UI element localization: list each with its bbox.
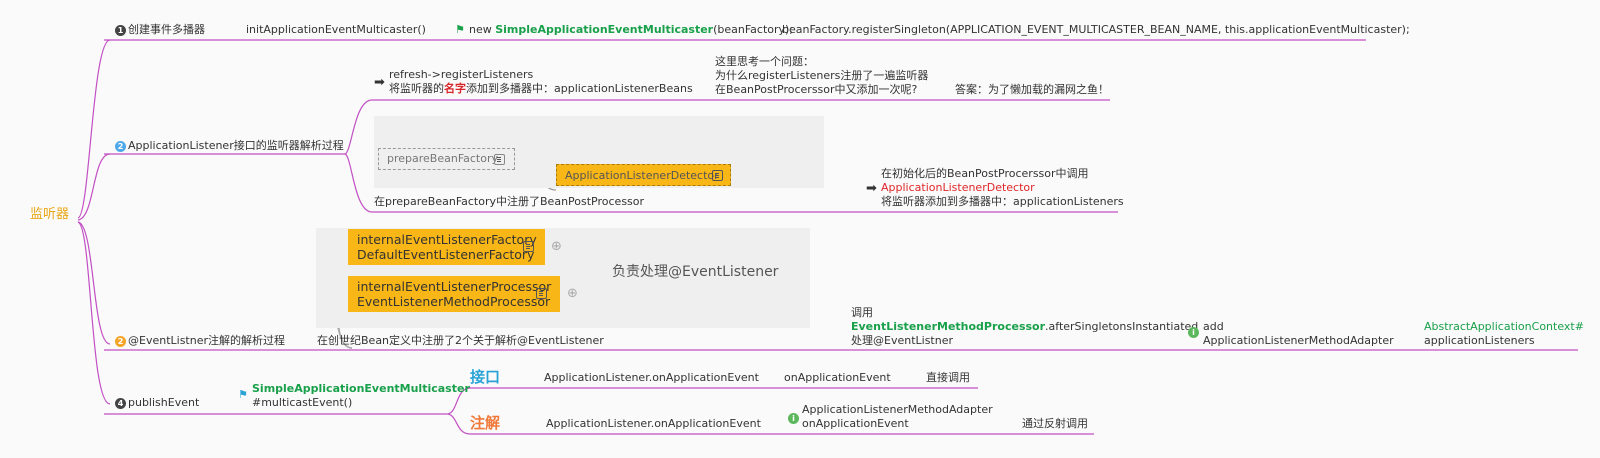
flag-icon: ⚑ (455, 23, 465, 36)
note-icon (712, 170, 723, 181)
branch4-number-icon: 4 (115, 398, 126, 409)
arrow-right-icon: ➡ (866, 181, 877, 196)
branch2-number-icon: 2 (115, 141, 126, 152)
add-adapter-topic[interactable]: add ApplicationListenerMethodAdapter (1203, 320, 1394, 348)
expand-icon[interactable]: ⊕ (567, 287, 578, 301)
flag-icon: ⚑ (238, 388, 248, 401)
prepare-bean-factory-node[interactable]: prepareBeanFactory (378, 148, 515, 170)
annotation-keyword[interactable]: 注解 (470, 414, 500, 432)
info-icon: i (788, 413, 799, 424)
event-listener-factory-node[interactable]: internalEventListenerFactory DefaultEven… (348, 229, 545, 265)
direct-call[interactable]: 直接调用 (926, 371, 970, 385)
branch1-child-new[interactable]: new SimpleApplicationEventMulticaster(be… (469, 23, 793, 37)
after-singletons-topic[interactable]: 调用 EventListenerMethodProcessor.afterSin… (851, 306, 1198, 348)
question-note[interactable]: 这里思考一个问题： 为什么registerListeners注册了一遍监听器 在… (715, 55, 928, 97)
branch1-child-init[interactable]: initApplicationEventMulticaster() (246, 23, 426, 37)
info-icon: i (1188, 327, 1199, 338)
method-adapter-topic[interactable]: ApplicationListenerMethodAdapter onAppli… (802, 403, 993, 431)
branch3-number-icon: 2 (115, 336, 126, 347)
root-node[interactable]: 监听器 (24, 206, 76, 224)
listener-detector-node[interactable]: ApplicationListenerDetector (556, 164, 731, 186)
arrow-right-icon: ➡ (374, 75, 385, 90)
interface-keyword[interactable]: 接口 (470, 368, 500, 386)
interface-on-application-event[interactable]: onApplicationEvent (784, 371, 891, 385)
note-icon (536, 288, 547, 299)
branch3-label[interactable]: @EventListner注解的解析过程 (128, 334, 285, 348)
register-listeners-topic[interactable]: refresh->registerListeners 将监听器的名字添加到多播器… (389, 68, 693, 96)
branch4-label[interactable]: publishEvent (128, 396, 199, 410)
application-listeners-topic[interactable]: AbstractApplicationContext# applicationL… (1424, 320, 1584, 348)
summary-label[interactable]: 负责处理@EventListener (612, 264, 778, 281)
answer-text[interactable]: 答案：为了懒加载的漏网之鱼！ (955, 83, 1109, 97)
annotation-on-event[interactable]: ApplicationListener.onApplicationEvent (546, 417, 761, 431)
multicast-event-topic[interactable]: SimpleApplicationEventMulticaster #multi… (252, 382, 470, 410)
note-icon (523, 241, 534, 252)
note-icon (494, 154, 505, 165)
event-listener-processor-node[interactable]: internalEventListenerProcessor EventList… (348, 276, 560, 312)
branch1-label[interactable]: 创建事件多播器 (128, 23, 205, 37)
detector-detail[interactable]: 在初始化后的BeanPostProcerssor中调用 ApplicationL… (881, 167, 1124, 209)
genesis-bean-topic[interactable]: 在创世纪Bean定义中注册了2个关于解析@EventListener (317, 334, 604, 348)
branch1-child-register[interactable]: beanFactory.registerSingleton(APPLICATIO… (782, 23, 1410, 37)
branch2-label[interactable]: ApplicationListener接口的监听器解析过程 (128, 139, 344, 153)
reflection-call[interactable]: 通过反射调用 (1022, 417, 1088, 431)
branch1-number-icon: 1 (115, 25, 126, 36)
prepare-bean-factory-topic[interactable]: 在prepareBeanFactory中注册了BeanPostProcessor (374, 195, 644, 209)
expand-icon[interactable]: ⊕ (551, 240, 562, 254)
interface-on-event[interactable]: ApplicationListener.onApplicationEvent (544, 371, 759, 385)
